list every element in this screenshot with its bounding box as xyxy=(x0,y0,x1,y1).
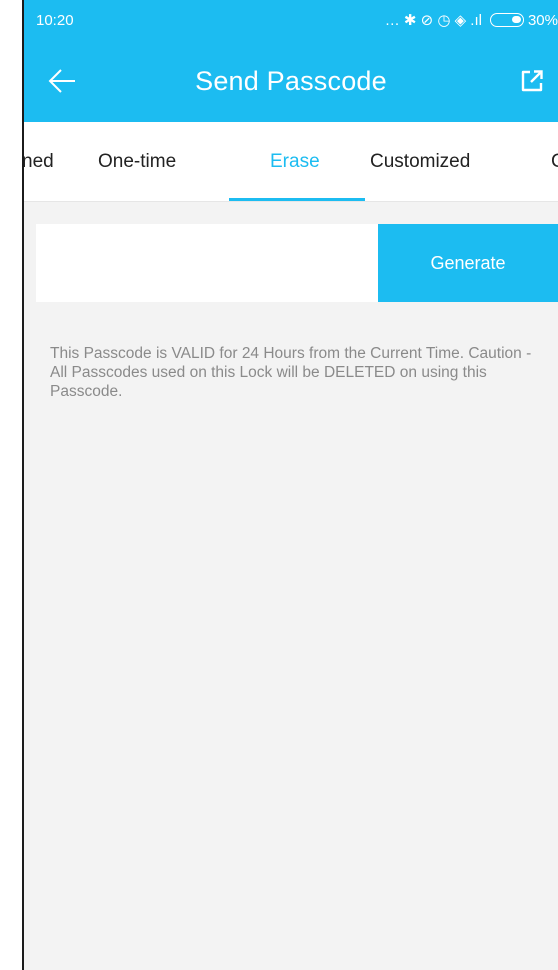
status-indicator-icons: … ✱ ⊘ ◷ ◈ .ıl xyxy=(384,12,482,29)
left-margin xyxy=(0,0,22,970)
share-external-icon xyxy=(521,70,543,92)
generate-row: Generate xyxy=(36,224,558,302)
status-time: 10:20 xyxy=(36,11,74,29)
status-icons: … ✱ ⊘ ◷ ◈ .ıl 30% xyxy=(384,11,558,30)
battery-indicator: 30% xyxy=(489,11,558,29)
status-bar: 10:20 … ✱ ⊘ ◷ ◈ .ıl 30% xyxy=(24,0,558,40)
app-screen: 10:20 … ✱ ⊘ ◷ ◈ .ıl 30% Send Passcode ne… xyxy=(24,0,558,970)
battery-icon xyxy=(489,13,524,27)
generate-button[interactable]: Generate xyxy=(378,224,558,302)
arrow-left-icon xyxy=(48,69,75,93)
window-edge-line xyxy=(22,0,24,970)
active-tab-indicator xyxy=(229,198,365,201)
battery-percent: 30% xyxy=(527,11,558,29)
erase-passcode-note: This Passcode is VALID for 24 Hours from… xyxy=(50,345,532,400)
passcode-type-tabs: ned One-time Erase Customized C xyxy=(24,122,558,202)
app-header: Send Passcode xyxy=(24,40,558,122)
tab-erase[interactable]: Erase xyxy=(270,122,320,201)
tab-cyclic[interactable]: C xyxy=(551,122,558,201)
passcode-field[interactable] xyxy=(36,224,378,302)
tab-one-time[interactable]: One-time xyxy=(98,122,176,201)
share-button[interactable] xyxy=(512,61,552,101)
tab-timed[interactable]: ned xyxy=(24,122,54,201)
tab-customized[interactable]: Customized xyxy=(370,122,470,201)
back-button[interactable] xyxy=(42,61,82,101)
page-title: Send Passcode xyxy=(195,65,387,96)
